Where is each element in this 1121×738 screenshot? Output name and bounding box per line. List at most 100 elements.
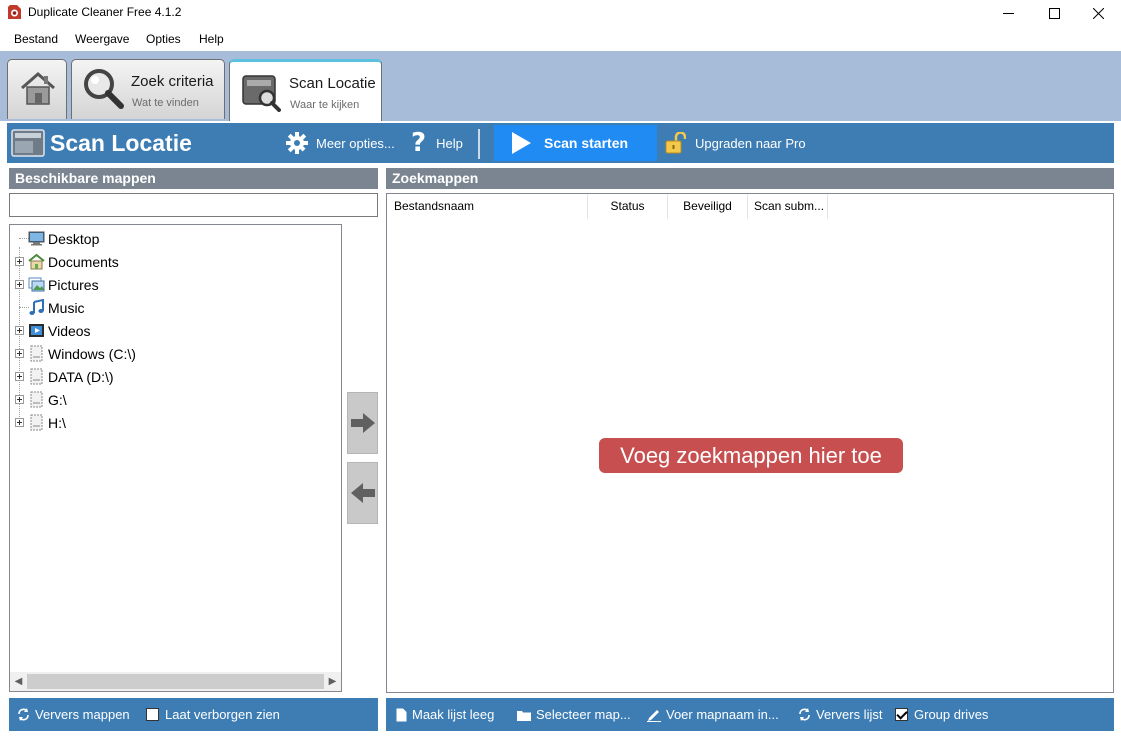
expand-icon[interactable]: [15, 418, 24, 427]
title-bar: Duplicate Cleaner Free 4.1.2: [0, 0, 1121, 26]
tree-item-desktop[interactable]: Desktop: [10, 227, 340, 250]
expand-icon[interactable]: [15, 280, 24, 289]
refresh-icon: [799, 708, 810, 721]
tree-item-drive-c[interactable]: Windows (C:\): [10, 342, 340, 365]
app-icon: [8, 5, 21, 19]
select-folder-label: Selecteer map...: [536, 707, 631, 722]
expand-icon[interactable]: [15, 372, 24, 381]
scan-location-icon: [242, 75, 281, 112]
gear-icon: [286, 132, 308, 154]
tree-horizontal-scrollbar[interactable]: ◀ ▶: [10, 672, 341, 691]
desktop-icon: [28, 231, 45, 246]
maximize-button-2[interactable]: [1031, 0, 1077, 26]
checkbox-checked[interactable]: [895, 708, 908, 721]
menu-help[interactable]: Help: [199, 32, 224, 46]
tree-item-drive-d[interactable]: DATA (D:\): [10, 365, 340, 388]
select-folder-button[interactable]: Selecteer map...: [517, 698, 631, 731]
menu-weergave[interactable]: Weergave: [75, 32, 129, 46]
checkbox-unchecked[interactable]: [146, 708, 159, 721]
tab-subtitle: Wat te vinden: [132, 97, 199, 109]
enter-folder-name-button[interactable]: Voer mapnaam in...: [647, 698, 779, 731]
videos-icon: [29, 324, 44, 337]
main-toolbar: Scan Locatie Meer opties... ? Help Scan …: [7, 123, 1114, 163]
scrollbar-thumb[interactable]: [27, 674, 324, 689]
group-drives-label: Group drives: [914, 707, 989, 722]
tab-zoek-criteria[interactable]: Zoek criteria Wat te vinden: [71, 59, 225, 119]
clear-list-label: Maak lijst leeg: [412, 707, 495, 722]
drive-icon: [30, 368, 43, 385]
more-options-label: Meer opties...: [316, 135, 395, 151]
column-header-scan-subfolders[interactable]: Scan subm...: [748, 194, 828, 219]
tree-item-music[interactable]: Music: [10, 296, 340, 319]
tree-item-label: Documents: [48, 254, 119, 270]
tree-item-label: Music: [48, 300, 85, 316]
drive-icon: [30, 414, 43, 431]
menu-bar: Bestand Weergave Opties Help: [0, 26, 1121, 51]
tab-subtitle: Waar te kijken: [290, 99, 360, 111]
refresh-icon: [18, 708, 29, 721]
scan-start-button[interactable]: Scan starten: [494, 125, 657, 161]
menu-opties[interactable]: Opties: [146, 32, 181, 46]
tree-item-documents[interactable]: Documents: [10, 250, 340, 273]
tree-item-label: Pictures: [48, 277, 99, 293]
drive-icon: [30, 391, 43, 408]
folder-filter-input[interactable]: [9, 193, 378, 217]
help-icon: ?: [411, 128, 427, 158]
show-hidden-label: Laat verborgen zien: [165, 707, 280, 722]
tab-strip: Zoek criteria Wat te vinden Scan Locatie…: [0, 51, 1121, 121]
help-label: Help: [436, 135, 463, 151]
help-button[interactable]: ? Help: [411, 123, 463, 163]
tree-item-label: DATA (D:\): [48, 369, 114, 385]
tree-item-videos[interactable]: Videos: [10, 319, 340, 342]
column-header-protected[interactable]: Beveiligd: [668, 194, 748, 219]
scan-start-label: Scan starten: [544, 135, 629, 151]
available-folders-header: Beschikbare mappen: [9, 168, 378, 189]
menu-bestand[interactable]: Bestand: [14, 32, 58, 46]
tree-item-label: Videos: [48, 323, 91, 339]
tab-home[interactable]: [7, 59, 67, 119]
home-icon: [21, 72, 55, 105]
scroll-right-icon[interactable]: ▶: [324, 672, 341, 691]
tree-item-label: H:\: [48, 415, 66, 431]
add-folder-arrow-button[interactable]: [347, 392, 378, 454]
play-icon: [512, 132, 531, 154]
minimize-button-2[interactable]: [985, 0, 1031, 26]
documents-icon: [28, 253, 45, 270]
arrow-right-icon: [350, 413, 375, 433]
maximize-icon: [1048, 7, 1060, 19]
expand-icon[interactable]: [15, 257, 24, 266]
window-title: Duplicate Cleaner Free 4.1.2: [28, 5, 182, 19]
expand-icon[interactable]: [15, 395, 24, 404]
expand-icon[interactable]: [15, 349, 24, 358]
tree-item-drive-h[interactable]: H:\: [10, 411, 340, 434]
remove-folder-arrow-button[interactable]: [347, 462, 378, 524]
magnifier-icon: [84, 69, 124, 109]
pencil-icon: [647, 709, 661, 722]
tree-item-drive-g[interactable]: G:\: [10, 388, 340, 411]
expand-icon[interactable]: [15, 326, 24, 335]
folder-icon: [517, 710, 531, 721]
minimize-icon: [1002, 12, 1014, 14]
scan-location-icon: [11, 129, 45, 157]
column-header-status[interactable]: Status: [588, 194, 668, 219]
upgrade-button[interactable]: Upgraden naar Pro: [664, 123, 806, 163]
refresh-folders-button[interactable]: Ververs mappen: [17, 698, 130, 731]
show-hidden-checkbox[interactable]: Laat verborgen zien: [146, 698, 280, 731]
toolbar-separator: [478, 129, 480, 159]
folder-tree[interactable]: Desktop Documents Pictures Music Videos …: [9, 224, 342, 692]
group-drives-checkbox[interactable]: Group drives: [895, 698, 988, 731]
right-bottom-bar: Maak lijst leeg Selecteer map... Voer ma…: [386, 698, 1114, 731]
pictures-icon: [28, 277, 45, 292]
tab-scan-locatie[interactable]: Scan Locatie Waar te kijken: [229, 59, 382, 121]
arrow-left-icon: [350, 483, 375, 503]
scroll-left-icon[interactable]: ◀: [10, 672, 27, 691]
clear-list-button[interactable]: Maak lijst leeg: [396, 698, 494, 731]
unlock-icon: [665, 132, 686, 154]
close-button[interactable]: [1075, 0, 1121, 26]
music-icon: [29, 299, 44, 315]
refresh-list-button[interactable]: Ververs lijst: [798, 698, 882, 731]
close-icon: [1092, 7, 1104, 19]
tree-item-pictures[interactable]: Pictures: [10, 273, 340, 296]
column-header-filename[interactable]: Bestandsnaam: [387, 194, 588, 219]
more-options-button[interactable]: Meer opties...: [285, 123, 395, 163]
